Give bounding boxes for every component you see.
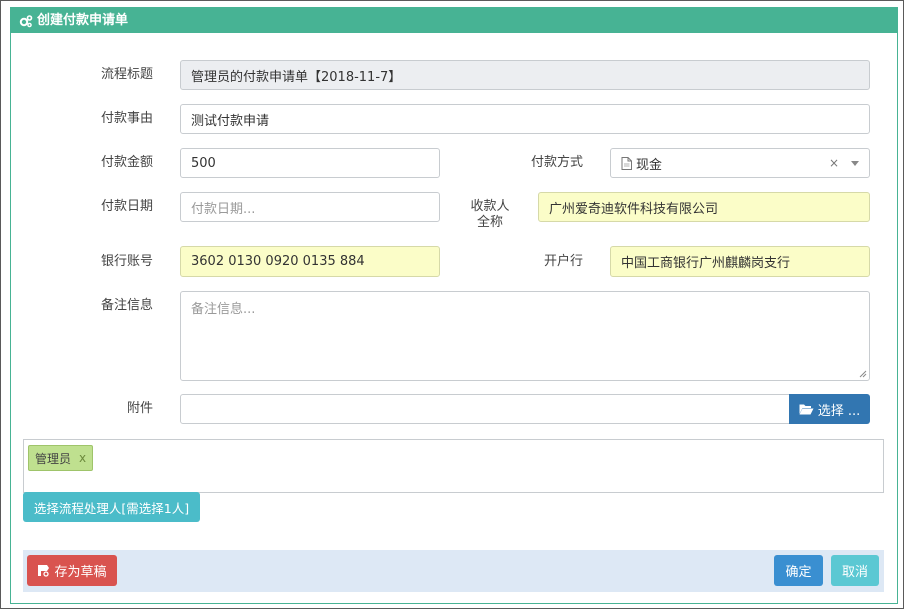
reason-input[interactable]: 测试付款申请 — [180, 104, 870, 134]
footer-bar: 存为草稿 确定 取消 — [23, 550, 884, 592]
date-input[interactable]: 付款日期... — [180, 192, 440, 222]
assignee-box[interactable]: 管理员 x — [23, 439, 884, 493]
payee-label: 收款人 全称 — [468, 199, 512, 231]
bank-label: 开户行 — [543, 254, 583, 269]
remark-textarea[interactable]: 备注信息... — [180, 291, 870, 381]
attachment-input[interactable] — [180, 394, 790, 424]
date-placeholder: 付款日期... — [191, 201, 256, 217]
method-label: 付款方式 — [530, 155, 583, 170]
payee-input[interactable]: 广州爱奇迪软件科技有限公司 — [538, 192, 870, 222]
cancel-label: 取消 — [841, 565, 868, 580]
assignee-tag-name: 管理员 — [35, 451, 72, 466]
remark-placeholder: 备注信息... — [191, 302, 256, 317]
choose-file-button[interactable]: 选择 ... — [789, 394, 870, 424]
gears-icon — [19, 15, 33, 28]
payee-value: 广州爱奇迪软件科技有限公司 — [549, 201, 719, 217]
account-input[interactable]: 3602 0130 0920 0135 884 — [180, 246, 440, 277]
bank-value: 中国工商银行广州麒麟岗支行 — [621, 256, 791, 271]
reason-label: 付款事由 — [100, 111, 153, 126]
save-draft-label: 存为草稿 — [54, 565, 107, 580]
account-label: 银行账号 — [100, 254, 153, 269]
panel-title: 创建付款申请单 — [37, 13, 129, 28]
select-handler-label: 选择流程处理人[需选择1人] — [33, 500, 190, 516]
bank-input[interactable]: 中国工商银行广州麒麟岗支行 — [610, 246, 870, 277]
remark-label: 备注信息 — [100, 298, 153, 313]
choose-file-label: 选择 ... — [817, 403, 861, 419]
confirm-button[interactable]: 确定 — [774, 555, 823, 586]
payee-label-line1: 收款人 — [470, 199, 510, 214]
chevron-down-icon[interactable] — [851, 161, 859, 166]
resize-handle-icon[interactable] — [859, 370, 867, 378]
select-handler-button[interactable]: 选择流程处理人[需选择1人] — [23, 492, 200, 522]
payee-label-line2: 全称 — [476, 215, 503, 230]
amount-value: 500 — [191, 155, 216, 171]
account-value: 3602 0130 0920 0135 884 — [191, 254, 365, 269]
confirm-label: 确定 — [785, 565, 812, 580]
remove-assignee-icon[interactable]: x — [79, 451, 86, 465]
assignee-tag: 管理员 x — [28, 445, 94, 471]
method-value: 现金 — [636, 157, 663, 173]
flow-title-value: 管理员的付款申请单【2018-11-7】 — [191, 69, 402, 85]
reason-value: 测试付款申请 — [191, 113, 270, 129]
attachment-label: 附件 — [126, 401, 153, 416]
save-draft-button[interactable]: 存为草稿 — [27, 555, 117, 586]
method-select[interactable]: 现金 × — [610, 148, 870, 178]
cancel-button[interactable]: 取消 — [831, 555, 879, 586]
amount-input[interactable]: 500 — [180, 148, 440, 178]
flow-title-field[interactable]: 管理员的付款申请单【2018-11-7】 — [180, 60, 870, 90]
flow-title-label: 流程标题 — [100, 67, 153, 82]
date-label: 付款日期 — [100, 199, 153, 214]
amount-label: 付款金额 — [100, 155, 153, 170]
draft-icon — [38, 565, 50, 577]
document-icon — [621, 156, 632, 170]
folder-open-icon — [799, 404, 814, 415]
panel-header: 创建付款申请单 — [11, 8, 897, 33]
clear-icon[interactable]: × — [829, 156, 839, 170]
